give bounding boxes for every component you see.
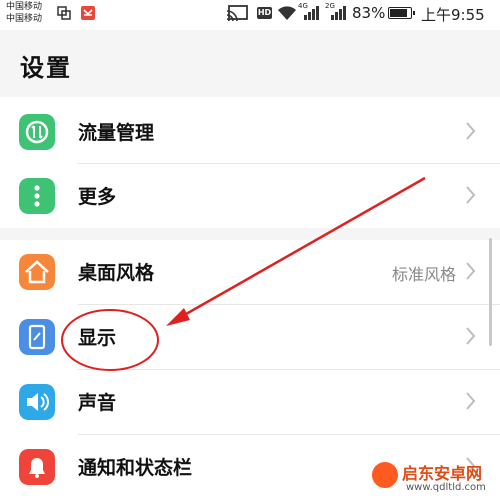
settings-item-label: 更多	[78, 186, 117, 208]
data-usage-icon	[19, 114, 55, 150]
chevron-right-icon	[466, 327, 476, 345]
chevron-right-icon	[466, 392, 476, 410]
chevron-right-icon	[466, 122, 476, 140]
more-icon	[19, 178, 55, 214]
settings-item-value: 标准风格	[391, 265, 456, 284]
home-icon	[19, 254, 55, 290]
carrier-1: 中国移动	[6, 2, 43, 12]
watermark-url: www.qdltld.com	[406, 482, 486, 493]
settings-item-display[interactable]: 显示	[0, 305, 500, 369]
settings-item-sound[interactable]: 声音	[0, 370, 500, 434]
battery-percent: 83%	[352, 4, 386, 22]
clock: 上午9:55	[421, 6, 485, 24]
watermark-logo-icon	[372, 462, 398, 488]
settings-item-data-usage[interactable]: 流量管理	[0, 100, 500, 164]
settings-group-1: 流量管理 更多	[0, 97, 500, 228]
notification-icon	[19, 449, 55, 485]
page-header: 设置	[0, 30, 500, 95]
settings-item-more[interactable]: 更多	[0, 164, 500, 228]
watermark: 启东安卓网 www.qdltld.com	[372, 458, 500, 502]
app-notification-icon	[81, 6, 95, 20]
page-title: 设置	[20, 54, 72, 82]
settings-item-label: 显示	[78, 327, 117, 349]
signal-1-icon	[304, 6, 319, 20]
settings-item-desktop-style[interactable]: 桌面风格 标准风格	[0, 240, 500, 304]
chevron-right-icon	[466, 186, 476, 204]
hd-badge: HD	[257, 7, 272, 19]
link-icon	[57, 6, 71, 20]
sound-icon	[19, 384, 55, 420]
signal-2-icon	[331, 6, 346, 20]
cast-icon	[226, 5, 248, 21]
carrier-labels: 中国移动 中国移动	[6, 1, 42, 25]
wifi-icon	[278, 6, 296, 20]
settings-item-label: 流量管理	[78, 122, 155, 144]
battery-icon	[388, 7, 415, 19]
settings-item-label: 声音	[78, 392, 117, 414]
carrier-2: 中国移动	[6, 14, 43, 24]
settings-item-label: 通知和状态栏	[78, 457, 193, 479]
display-icon	[19, 319, 55, 355]
settings-item-label: 桌面风格	[78, 262, 155, 284]
scrollbar[interactable]	[489, 238, 492, 346]
watermark-name: 启东安卓网	[402, 464, 483, 483]
chevron-right-icon	[466, 262, 476, 280]
status-bar: 中国移动 中国移动 HD 4G 2G 83% 上午9:55	[0, 0, 500, 30]
